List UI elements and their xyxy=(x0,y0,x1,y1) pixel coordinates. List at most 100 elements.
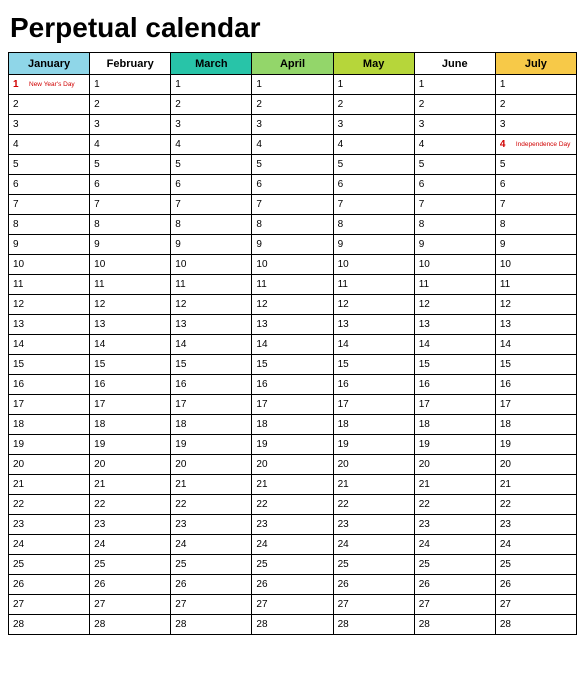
day-number: 28 xyxy=(419,619,433,630)
day-number: 20 xyxy=(419,459,433,470)
day-number: 13 xyxy=(338,319,352,330)
day-cell: 16 xyxy=(252,375,333,395)
day-number: 20 xyxy=(338,459,352,470)
day-cell: 15 xyxy=(171,355,252,375)
day-number: 15 xyxy=(419,359,433,370)
month-header: January xyxy=(9,53,90,75)
day-number: 28 xyxy=(13,619,27,630)
day-number: 8 xyxy=(94,219,108,230)
day-cell: 15 xyxy=(414,355,495,375)
day-cell: 17 xyxy=(171,395,252,415)
day-number: 21 xyxy=(338,479,352,490)
day-number: 7 xyxy=(500,199,514,210)
day-number: 10 xyxy=(94,259,108,270)
day-number: 5 xyxy=(94,159,108,170)
day-row: 5555555 xyxy=(9,155,577,175)
day-cell: 26 xyxy=(414,575,495,595)
day-number: 1 xyxy=(419,79,433,90)
day-number: 16 xyxy=(94,379,108,390)
day-row: 3333333 xyxy=(9,115,577,135)
day-cell: 3 xyxy=(252,115,333,135)
day-number: 28 xyxy=(94,619,108,630)
day-cell: 24 xyxy=(414,535,495,555)
day-cell: 9 xyxy=(495,235,576,255)
day-cell: 11 xyxy=(414,275,495,295)
day-number: 18 xyxy=(175,419,189,430)
day-number: 3 xyxy=(256,119,270,130)
day-row: 25252525252525 xyxy=(9,555,577,575)
day-cell: 12 xyxy=(171,295,252,315)
day-number: 13 xyxy=(419,319,433,330)
day-cell: 4Independence Day xyxy=(495,135,576,155)
day-number: 27 xyxy=(500,599,514,610)
day-cell: 9 xyxy=(414,235,495,255)
day-number: 7 xyxy=(94,199,108,210)
day-number: 10 xyxy=(13,259,27,270)
day-cell: 10 xyxy=(9,255,90,275)
day-cell: 22 xyxy=(495,495,576,515)
day-cell: 6 xyxy=(171,175,252,195)
day-cell: 20 xyxy=(252,455,333,475)
day-cell: 15 xyxy=(252,355,333,375)
day-number: 23 xyxy=(419,519,433,530)
day-number: 12 xyxy=(419,299,433,310)
day-cell: 12 xyxy=(414,295,495,315)
day-cell: 13 xyxy=(171,315,252,335)
day-number: 23 xyxy=(13,519,27,530)
day-cell: 8 xyxy=(333,215,414,235)
day-number: 6 xyxy=(419,179,433,190)
day-cell: 16 xyxy=(495,375,576,395)
day-cell: 18 xyxy=(171,415,252,435)
day-number: 2 xyxy=(500,99,514,110)
day-row: 23232323232323 xyxy=(9,515,577,535)
day-row: 19191919191919 xyxy=(9,435,577,455)
day-cell: 2 xyxy=(252,95,333,115)
day-number: 4 xyxy=(175,139,189,150)
day-cell: 2 xyxy=(495,95,576,115)
day-number: 24 xyxy=(13,539,27,550)
day-cell: 20 xyxy=(171,455,252,475)
day-cell: 20 xyxy=(495,455,576,475)
day-number: 11 xyxy=(500,279,514,290)
day-cell: 22 xyxy=(252,495,333,515)
day-number: 24 xyxy=(94,539,108,550)
day-number: 15 xyxy=(256,359,270,370)
day-cell: 27 xyxy=(252,595,333,615)
day-number: 11 xyxy=(94,279,108,290)
day-number: 19 xyxy=(94,439,108,450)
day-number: 22 xyxy=(500,499,514,510)
day-cell: 16 xyxy=(333,375,414,395)
day-cell: 15 xyxy=(90,355,171,375)
day-number: 13 xyxy=(175,319,189,330)
day-number: 25 xyxy=(256,559,270,570)
day-cell: 5 xyxy=(414,155,495,175)
day-cell: 10 xyxy=(414,255,495,275)
day-number: 10 xyxy=(175,259,189,270)
day-cell: 5 xyxy=(9,155,90,175)
day-cell: 1 xyxy=(90,75,171,95)
month-header: March xyxy=(171,53,252,75)
day-cell: 28 xyxy=(414,615,495,635)
day-cell: 23 xyxy=(495,515,576,535)
day-number: 7 xyxy=(175,199,189,210)
day-cell: 4 xyxy=(9,135,90,155)
day-cell: 24 xyxy=(171,535,252,555)
day-cell: 6 xyxy=(252,175,333,195)
day-row: 21212121212121 xyxy=(9,475,577,495)
day-row: 14141414141414 xyxy=(9,335,577,355)
day-number: 12 xyxy=(256,299,270,310)
day-cell: 19 xyxy=(495,435,576,455)
day-cell: 13 xyxy=(90,315,171,335)
day-number: 21 xyxy=(175,479,189,490)
day-cell: 12 xyxy=(495,295,576,315)
day-cell: 21 xyxy=(495,475,576,495)
day-cell: 26 xyxy=(495,575,576,595)
day-number: 9 xyxy=(419,239,433,250)
day-cell: 24 xyxy=(9,535,90,555)
day-cell: 1 xyxy=(252,75,333,95)
day-number: 8 xyxy=(500,219,514,230)
day-number: 2 xyxy=(256,99,270,110)
day-cell: 17 xyxy=(414,395,495,415)
day-number: 2 xyxy=(13,99,27,110)
day-cell: 21 xyxy=(90,475,171,495)
